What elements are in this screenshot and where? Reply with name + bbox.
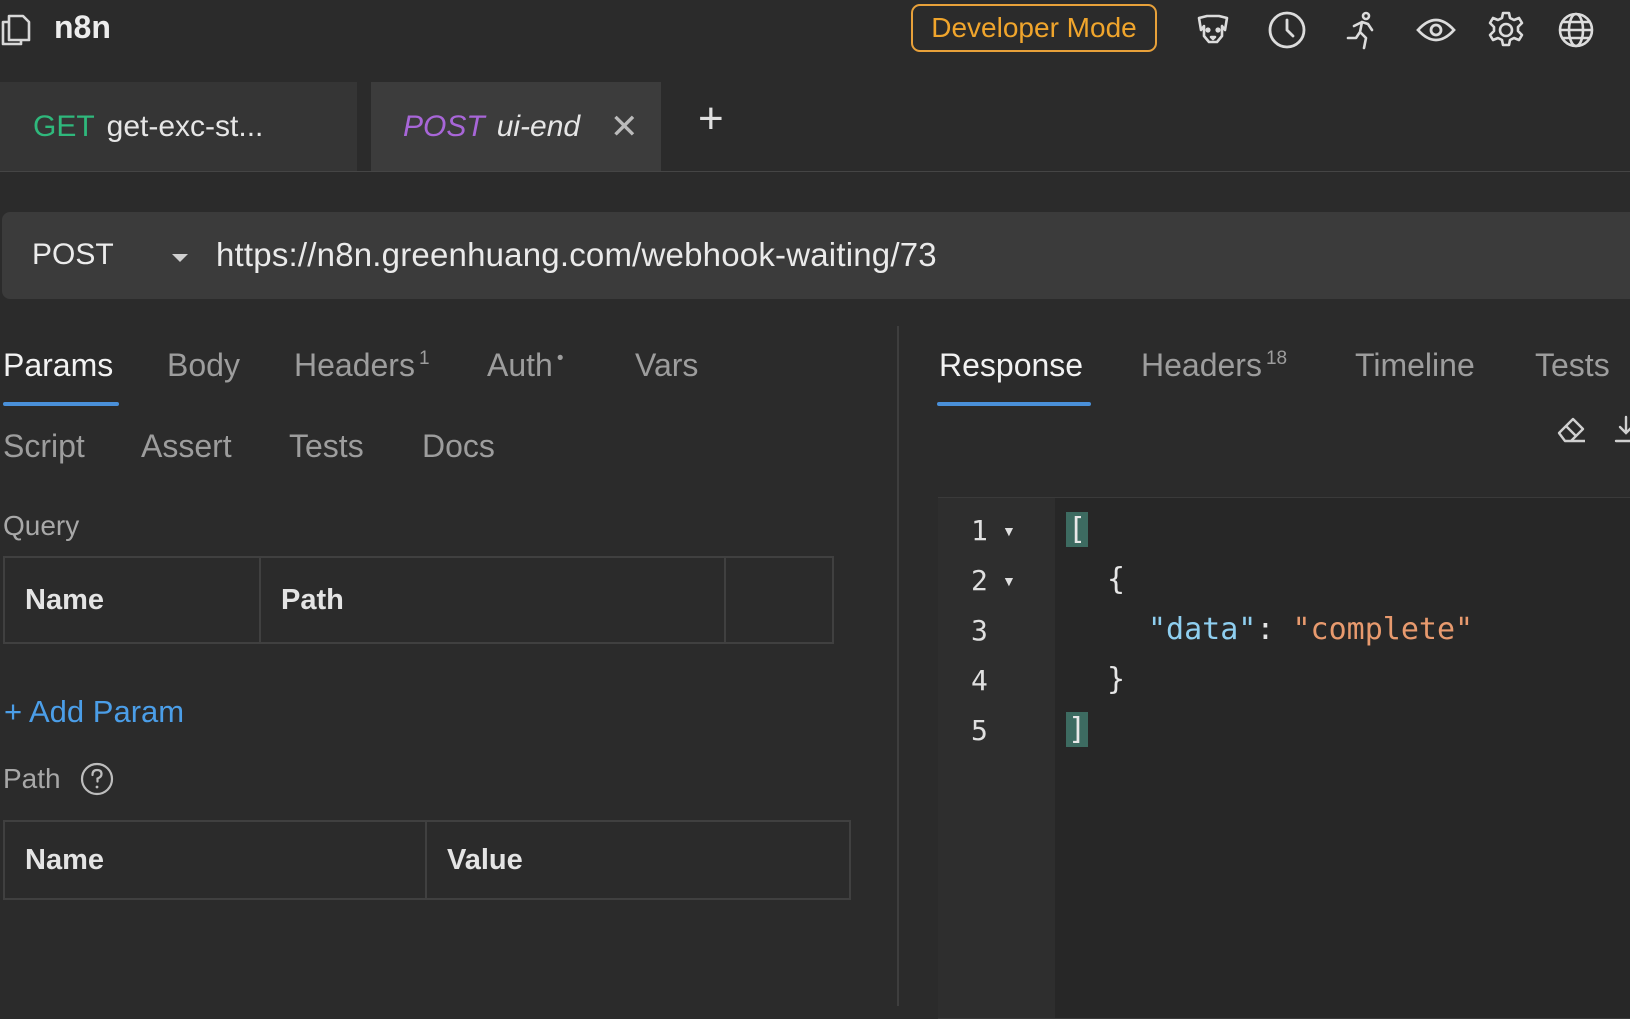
line-number: 2: [971, 564, 988, 597]
table-header-row: Name Value: [3, 820, 851, 900]
json-value: "complete": [1292, 612, 1474, 647]
copy-icon[interactable]: [0, 10, 34, 46]
url-input[interactable]: https://n8n.greenhuang.com/webhook-waiti…: [216, 236, 937, 274]
request-tab[interactable]: GET get-exc-st...: [0, 82, 357, 171]
tab-headers[interactable]: Headers 1: [294, 347, 430, 384]
column-header-value: Value: [425, 820, 851, 900]
code-line: "data": "complete": [1148, 612, 1473, 647]
request-tabs-bar: GET get-exc-st... POST ui-end ✕: [0, 82, 1630, 172]
tab-headers-label: Headers: [294, 347, 415, 383]
path-section-label: Path: [3, 763, 61, 794]
tab-response-headers-label: Headers: [1141, 347, 1262, 383]
tab-tests[interactable]: Tests: [289, 428, 364, 465]
tab-timeline[interactable]: Timeline: [1355, 347, 1475, 384]
query-params-table: Name Path: [3, 556, 834, 644]
headers-count-badge: 1: [418, 348, 430, 370]
line-number: 4: [971, 664, 988, 697]
tab-response-tests[interactable]: Tests: [1535, 347, 1610, 384]
bracket-match: [: [1066, 512, 1089, 547]
tab-docs[interactable]: Docs: [422, 428, 495, 465]
tab-auth[interactable]: Auth •: [487, 347, 563, 384]
active-tab-indicator: [937, 402, 1091, 406]
tab-assert[interactable]: Assert: [141, 428, 232, 465]
json-key: "data": [1148, 612, 1257, 647]
json-colon: :: [1256, 612, 1293, 647]
code-line: {: [1107, 562, 1126, 597]
tab-method: GET: [33, 109, 95, 143]
close-icon[interactable]: ✕: [610, 107, 639, 147]
tab-name: ui-end: [496, 109, 581, 143]
fold-arrow-icon[interactable]: ▼: [1002, 523, 1016, 539]
line-number-gutter: [938, 498, 1055, 1018]
tab-body[interactable]: Body: [167, 347, 240, 384]
chevron-down-icon[interactable]: [168, 246, 192, 270]
column-header-name: Name: [3, 820, 427, 900]
table-header-row: Name Path: [3, 556, 834, 644]
globe-icon[interactable]: [1556, 10, 1596, 50]
active-tab-indicator: [3, 402, 119, 406]
code-line: ]: [1066, 712, 1089, 747]
developer-mode-button[interactable]: Developer Mode: [911, 4, 1157, 52]
code-line: }: [1107, 662, 1126, 697]
tab-script[interactable]: Script: [3, 428, 85, 465]
tab-response-headers[interactable]: Headers 18: [1141, 347, 1287, 384]
column-header-path: Path: [259, 556, 726, 644]
runner-icon[interactable]: [1342, 10, 1382, 50]
tab-vars[interactable]: Vars: [635, 347, 698, 384]
fold-arrow-icon[interactable]: ▼: [1002, 573, 1016, 589]
column-header-actions: [724, 556, 834, 644]
eye-icon[interactable]: [1416, 10, 1456, 50]
add-tab-button[interactable]: +: [698, 94, 724, 144]
bracket-match: ]: [1066, 712, 1089, 747]
query-section-label: Query: [3, 510, 80, 541]
line-number: 1: [971, 514, 988, 547]
tab-method: POST: [403, 109, 485, 143]
top-bar: n8n Developer Mode: [0, 0, 1630, 58]
eraser-icon[interactable]: [1555, 413, 1589, 447]
clock-icon[interactable]: [1267, 10, 1307, 50]
line-number: 3: [971, 614, 988, 647]
auth-indicator-badge: •: [556, 348, 564, 370]
add-param-button[interactable]: + Add Param: [4, 694, 184, 730]
tab-auth-label: Auth: [487, 347, 553, 383]
app-title: n8n: [54, 9, 111, 45]
pane-divider[interactable]: [897, 326, 899, 1006]
tab-name: get-exc-st...: [106, 109, 264, 143]
tab-params[interactable]: Params: [3, 347, 113, 384]
gear-icon[interactable]: [1486, 10, 1526, 50]
dog-icon[interactable]: [1193, 10, 1233, 50]
help-icon[interactable]: [80, 762, 114, 796]
response-headers-count-badge: 18: [1265, 348, 1288, 370]
tab-response[interactable]: Response: [939, 347, 1083, 384]
method-select[interactable]: POST: [32, 238, 114, 272]
column-header-name: Name: [3, 556, 261, 644]
path-params-table: Name Value: [3, 820, 851, 900]
line-number: 5: [971, 714, 988, 747]
download-icon[interactable]: [1612, 413, 1630, 447]
request-tab-active[interactable]: POST ui-end ✕: [371, 82, 661, 171]
url-bar: POST https://n8n.greenhuang.com/webhook-…: [2, 212, 1630, 299]
code-line: [: [1066, 512, 1089, 547]
